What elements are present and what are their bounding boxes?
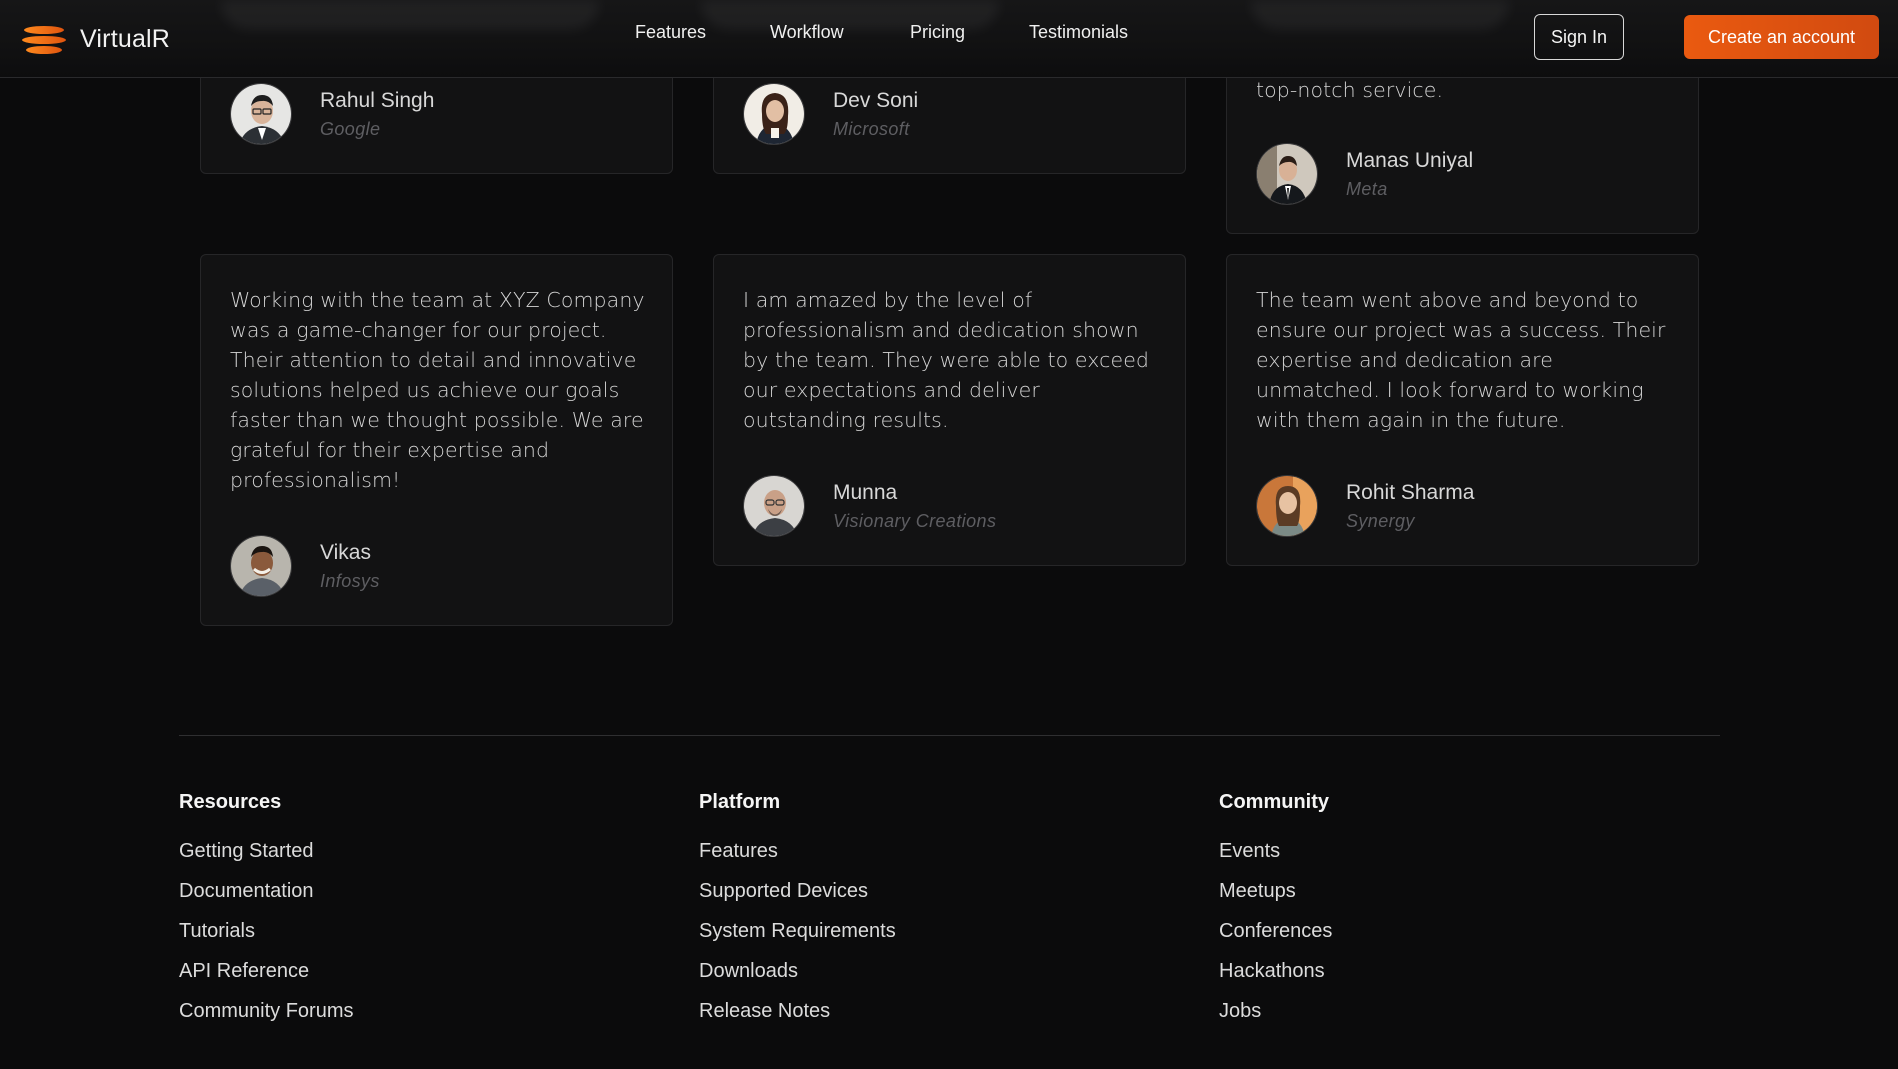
footer-column-title: Community <box>1219 791 1329 813</box>
testimonial-card: The team went above and beyond to ensure… <box>1226 254 1699 566</box>
testimonial-author: Manas Uniyal Meta <box>1256 143 1473 205</box>
footer-link-system-requirements[interactable]: System Requirements <box>699 918 896 944</box>
footer-link-release-notes[interactable]: Release Notes <box>699 998 896 1024</box>
footer-link-downloads[interactable]: Downloads <box>699 958 896 984</box>
author-company: Microsoft <box>833 119 910 139</box>
footer-link-supported-devices[interactable]: Supported Devices <box>699 878 896 904</box>
footer-link-api-reference[interactable]: API Reference <box>179 958 353 984</box>
author-name: Rahul Singh <box>320 89 435 112</box>
author-name: Rohit Sharma <box>1346 481 1475 504</box>
nav-link-workflow[interactable]: Workflow <box>770 22 844 43</box>
footer-divider <box>179 735 1720 736</box>
testimonial-author: Rohit Sharma Synergy <box>1256 475 1474 537</box>
footer-column-platform: Platform Features Supported Devices Syst… <box>699 788 896 1038</box>
footer-link-conferences[interactable]: Conferences <box>1219 918 1332 944</box>
author-company: Google <box>320 119 381 139</box>
testimonial-quote: The team went above and beyond to ensure… <box>1256 288 1666 432</box>
avatar <box>1256 143 1318 205</box>
footer-link-hackathons[interactable]: Hackathons <box>1219 958 1332 984</box>
footer-link-jobs[interactable]: Jobs <box>1219 998 1332 1024</box>
footer-column-title: Resources <box>179 791 282 813</box>
testimonial-quote: Working with the team at XYZ Company was… <box>230 288 645 492</box>
avatar <box>230 535 292 597</box>
testimonial-card: Working with the team at XYZ Company was… <box>200 254 673 626</box>
footer-column-resources: Resources Getting Started Documentation … <box>179 788 353 1038</box>
testimonial-author: Dev Soni Microsoft <box>743 83 918 145</box>
avatar <box>743 475 805 537</box>
footer-link-events[interactable]: Events <box>1219 838 1332 864</box>
testimonial-quote: top-notch service. <box>1256 78 1444 102</box>
author-company: Meta <box>1346 179 1388 199</box>
author-name: Vikas <box>320 541 371 564</box>
testimonial-author: Munna Visionary Creations <box>743 475 996 537</box>
create-account-button[interactable]: Create an account <box>1684 15 1879 59</box>
footer-column-title: Platform <box>699 791 781 813</box>
author-company: Synergy <box>1346 511 1415 531</box>
testimonial-author: Vikas Infosys <box>230 535 380 597</box>
avatar <box>230 83 292 145</box>
testimonial-quote: I am amazed by the level of professional… <box>743 288 1150 432</box>
footer-column-community: Community Events Meetups Conferences Hac… <box>1219 788 1332 1038</box>
nav-link-pricing[interactable]: Pricing <box>910 22 965 43</box>
footer-link-documentation[interactable]: Documentation <box>179 878 353 904</box>
avatar <box>743 83 805 145</box>
author-company: Visionary Creations <box>833 511 997 531</box>
nav-link-testimonials[interactable]: Testimonials <box>1029 22 1128 43</box>
top-navbar: VirtualR Features Workflow Pricing Testi… <box>0 0 1898 78</box>
footer-link-tutorials[interactable]: Tutorials <box>179 918 353 944</box>
nav-link-features[interactable]: Features <box>635 22 706 43</box>
sign-in-button[interactable]: Sign In <box>1534 14 1624 60</box>
author-name: Munna <box>833 481 898 504</box>
testimonial-card: I am amazed by the level of professional… <box>713 254 1186 566</box>
footer-link-features[interactable]: Features <box>699 838 896 864</box>
author-company: Infosys <box>320 571 380 591</box>
author-name: Dev Soni <box>833 89 919 112</box>
author-name: Manas Uniyal <box>1346 149 1474 172</box>
testimonial-author: Rahul Singh Google <box>230 83 434 145</box>
footer-link-meetups[interactable]: Meetups <box>1219 878 1332 904</box>
footer-link-getting-started[interactable]: Getting Started <box>179 838 353 864</box>
avatar <box>1256 475 1318 537</box>
footer-link-community-forums[interactable]: Community Forums <box>179 998 353 1024</box>
